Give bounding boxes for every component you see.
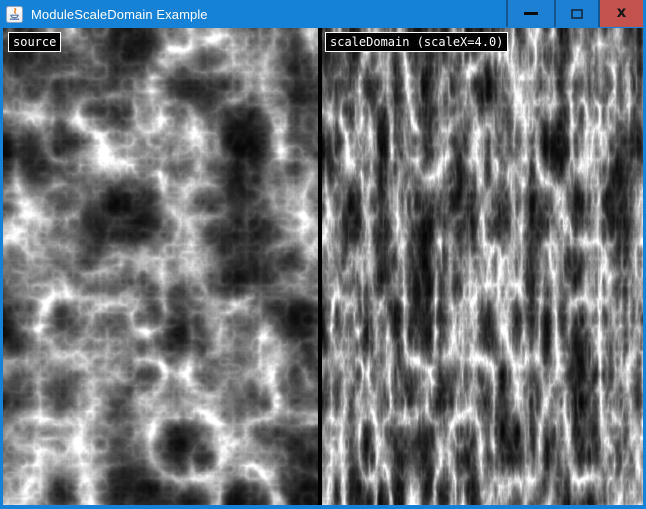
app-window: ModuleScaleDomain Example x source scale…: [0, 0, 646, 509]
maximize-icon: [571, 9, 583, 19]
java-coffee-icon: [6, 6, 23, 23]
window-controls: x: [506, 0, 643, 27]
panel-label-source: source: [8, 32, 61, 52]
minimize-icon: [524, 12, 538, 15]
panel-scaledomain: scaleDomain (scaleX=4.0): [322, 28, 643, 505]
close-button[interactable]: x: [598, 0, 643, 27]
content-area: source scaleDomain (scaleX=4.0): [3, 28, 643, 505]
source-noise-canvas: [3, 28, 318, 505]
titlebar[interactable]: ModuleScaleDomain Example x: [0, 0, 646, 28]
window-title: ModuleScaleDomain Example: [31, 7, 506, 22]
panel-label-scaledomain: scaleDomain (scaleX=4.0): [325, 32, 508, 52]
close-icon: x: [617, 5, 627, 20]
maximize-button[interactable]: [554, 0, 598, 27]
minimize-button[interactable]: [506, 0, 554, 27]
panel-source: source: [3, 28, 318, 505]
scaledomain-noise-canvas: [322, 28, 643, 505]
